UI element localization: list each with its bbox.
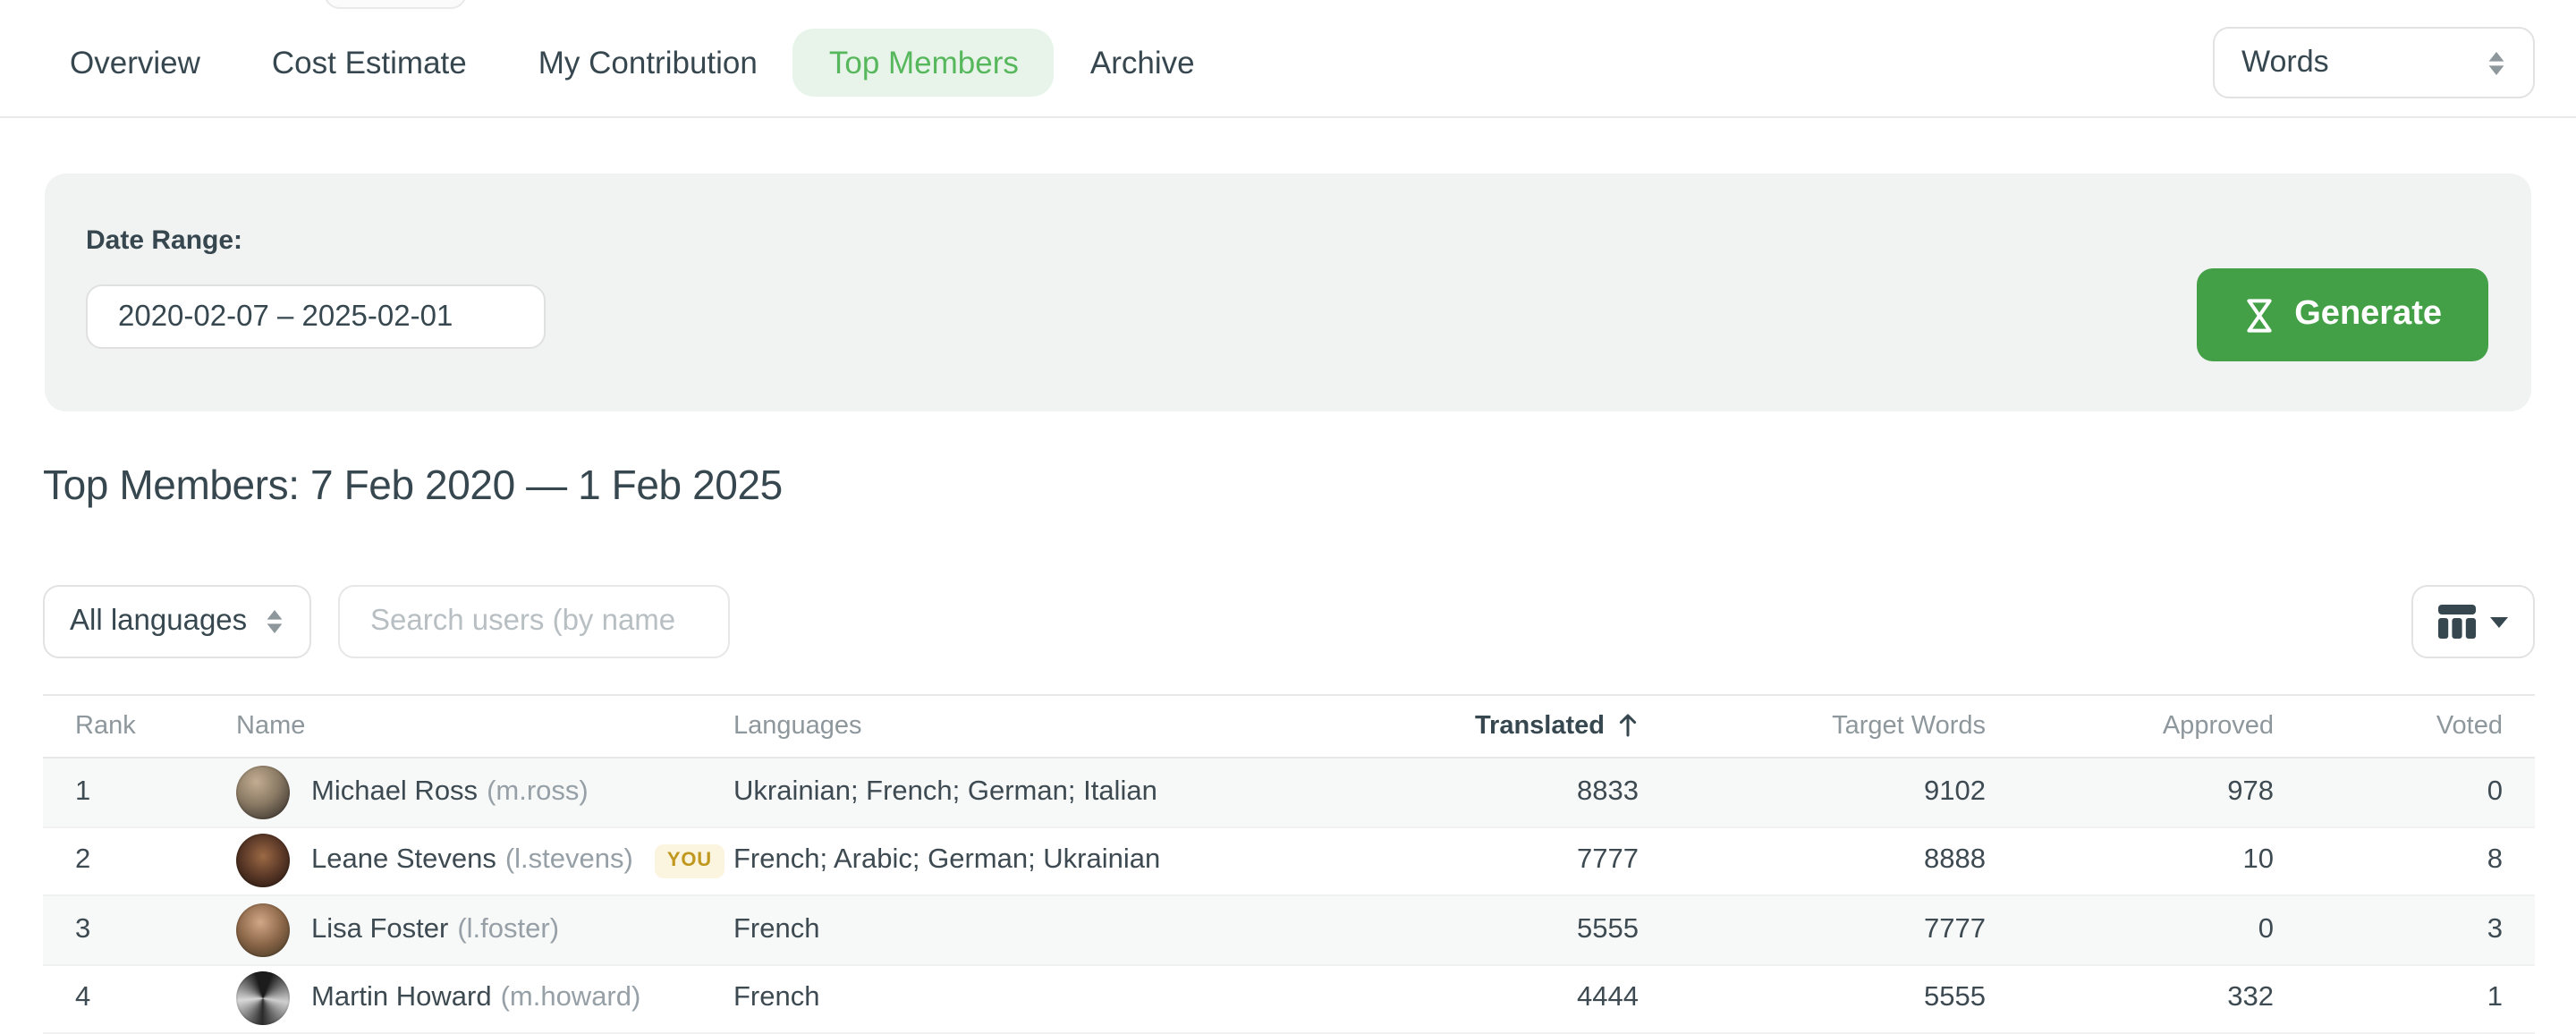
target-words-cell: 7777 (1639, 895, 1986, 964)
table-columns-icon (2438, 605, 2476, 639)
generate-button[interactable]: Generate (2196, 268, 2488, 361)
tab-cost-estimate[interactable]: Cost Estimate (236, 29, 503, 97)
top-members-table: Rank Name Languages Translated Target Wo… (43, 694, 2535, 1034)
translated-cell: 8833 (1263, 758, 1639, 826)
rank-cell: 1 (43, 758, 236, 826)
column-header-approved[interactable]: Approved (1986, 695, 2274, 758)
column-header-rank: Rank (43, 695, 236, 758)
column-label: Translated (1475, 712, 1605, 741)
language-filter-select[interactable]: All languages (43, 585, 311, 658)
languages-cell: French; Arabic; German; Ukrainian (733, 826, 1263, 895)
table-filters: All languages (43, 585, 2535, 658)
column-header-languages: Languages (733, 695, 1263, 758)
arrow-up-icon (1617, 712, 1639, 737)
up-down-arrows-icon (265, 608, 284, 635)
column-label: Voted (2436, 712, 2503, 741)
user-login: (l.stevens) (505, 845, 633, 877)
report-tabs: Overview Cost Estimate My Contribution T… (34, 29, 1231, 97)
user-login: (m.ross) (487, 776, 589, 809)
user-name-link[interactable]: Lisa Foster (311, 914, 448, 946)
table-row: 1 Michael Ross (m.ross) Ukrainian; Frenc… (43, 758, 2535, 826)
table-row: 4 Martin Howard (m.howard) French 4444 5… (43, 964, 2535, 1033)
unit-select-value: Words (2241, 45, 2329, 81)
column-label: Name (236, 712, 305, 741)
column-label: Languages (733, 712, 862, 741)
voted-cell: 8 (2274, 826, 2535, 895)
column-header-voted[interactable]: Voted (2274, 695, 2535, 758)
tab-top-members[interactable]: Top Members (793, 29, 1055, 97)
hourglass-icon (2242, 296, 2275, 334)
approved-cell: 332 (1986, 964, 2274, 1033)
voted-cell: 3 (2274, 895, 2535, 964)
approved-cell: 10 (1986, 826, 2274, 895)
languages-cell: Ukrainian; French; German; Italian (733, 758, 1263, 826)
avatar (236, 766, 290, 819)
avatar (236, 835, 290, 888)
rank-cell: 4 (43, 964, 236, 1033)
search-users-input[interactable] (338, 585, 730, 658)
date-range-input[interactable]: 2020-02-07 – 2025-02-01 (86, 284, 546, 349)
languages-cell: French (733, 895, 1263, 964)
date-range-value: 2020-02-07 – 2025-02-01 (118, 300, 453, 334)
user-name-link[interactable]: Michael Ross (311, 776, 478, 809)
caret-down-icon (2490, 616, 2508, 627)
translated-cell: 5555 (1263, 895, 1639, 964)
user-login: (m.howard) (501, 983, 641, 1015)
generate-button-label: Generate (2294, 295, 2442, 335)
voted-cell: 1 (2274, 964, 2535, 1033)
target-words-cell: 9102 (1639, 758, 1986, 826)
table-header-row: Rank Name Languages Translated Target Wo… (43, 695, 2535, 758)
target-words-cell: 8888 (1639, 826, 1986, 895)
target-words-cell: 5555 (1639, 964, 1986, 1033)
columns-config-button[interactable] (2411, 585, 2535, 658)
translated-cell: 4444 (1263, 964, 1639, 1033)
tab-label: My Contribution (538, 44, 758, 81)
column-header-translated[interactable]: Translated (1263, 695, 1639, 758)
column-header-target-words[interactable]: Target Words (1639, 695, 1986, 758)
report-unit-select[interactable]: Words (2213, 27, 2535, 98)
report-generate-panel: Date Range: 2020-02-07 – 2025-02-01 Gene… (45, 174, 2531, 411)
avatar (236, 903, 290, 957)
report-page: Overview Cost Estimate My Contribution T… (0, 0, 2576, 1020)
tab-label: Top Members (829, 44, 1019, 81)
user-name-link[interactable]: Martin Howard (311, 983, 492, 1015)
table-row: 2 Leane Stevens (l.stevens) YOU French; … (43, 826, 2535, 895)
approved-cell: 0 (1986, 895, 2274, 964)
avatar (236, 972, 290, 1026)
tab-label: Overview (70, 44, 200, 81)
date-range-label: Date Range: (86, 225, 242, 256)
clipped-element-above (324, 0, 467, 9)
tab-overview[interactable]: Overview (34, 29, 236, 97)
user-name-link[interactable]: Leane Stevens (311, 845, 496, 877)
languages-cell: French (733, 964, 1263, 1033)
page-title: Top Members: 7 Feb 2020 — 1 Feb 2025 (43, 462, 783, 510)
user-login: (l.foster) (457, 914, 559, 946)
column-label: Rank (75, 712, 136, 741)
language-filter-value: All languages (70, 605, 247, 639)
approved-cell: 978 (1986, 758, 2274, 826)
you-badge: YOU (655, 844, 724, 878)
column-label: Target Words (1832, 712, 1986, 741)
column-label: Approved (2163, 712, 2274, 741)
tab-label: Cost Estimate (272, 44, 467, 81)
rank-cell: 2 (43, 826, 236, 895)
translated-cell: 7777 (1263, 826, 1639, 895)
up-down-arrows-icon (2487, 49, 2506, 76)
table-row: 3 Lisa Foster (l.foster) French 5555 777… (43, 895, 2535, 964)
rank-cell: 3 (43, 895, 236, 964)
tab-label: Archive (1090, 44, 1195, 81)
tabs-divider (0, 116, 2576, 118)
column-header-name: Name (236, 695, 733, 758)
tab-archive[interactable]: Archive (1055, 29, 1231, 97)
voted-cell: 0 (2274, 758, 2535, 826)
tab-my-contribution[interactable]: My Contribution (503, 29, 793, 97)
